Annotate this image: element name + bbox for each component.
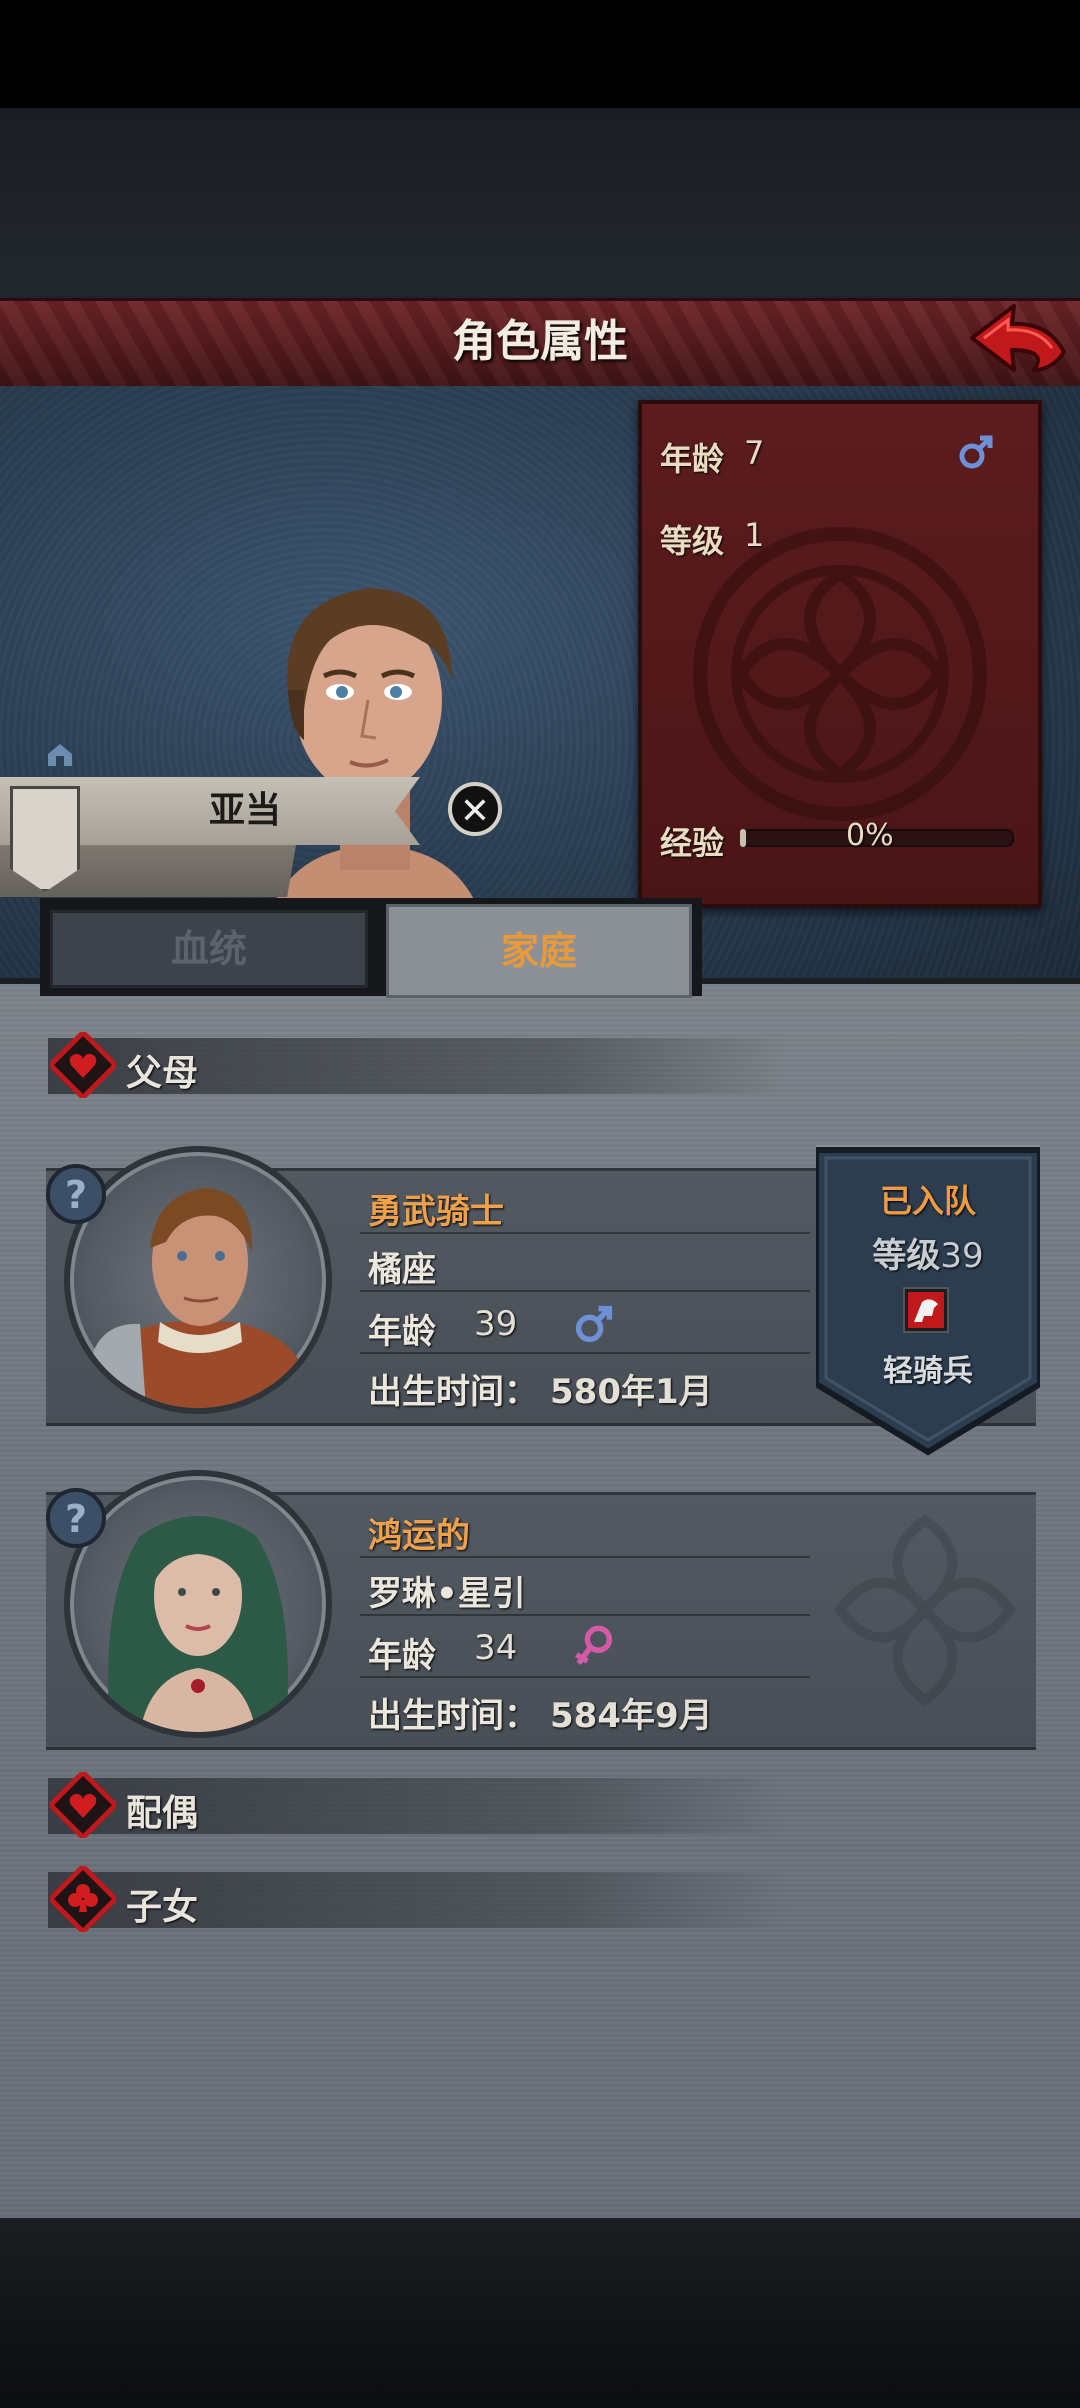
celtic-knot-emblem (693, 527, 987, 821)
knight-portrait (80, 1188, 316, 1408)
question-icon[interactable]: ? (46, 1164, 106, 1224)
mother-title: 鸿运的 (368, 1516, 470, 1556)
close-icon[interactable]: ✕ (448, 782, 502, 836)
squad-level-label: 等级 (872, 1236, 941, 1276)
mother-age: 34 (474, 1628, 518, 1668)
mother-age-label: 年龄 (368, 1636, 436, 1676)
heart-icon (50, 1772, 116, 1838)
father-birth-label: 出生时间： (368, 1372, 538, 1412)
heart-icon (50, 1032, 116, 1098)
page-title: 角色属性 (452, 316, 628, 367)
character-name[interactable]: 亚当 (120, 777, 370, 845)
xp-percent: 0% (846, 818, 894, 853)
squad-class: 轻骑兵 (883, 1354, 973, 1389)
header-background (0, 108, 1080, 298)
age-label: 年龄 (660, 440, 725, 478)
children-title: 子女 (126, 1887, 199, 1928)
squad-status: 已入队 (879, 1182, 976, 1220)
father-name: 橘座 (368, 1250, 436, 1290)
cavalry-icon (903, 1287, 949, 1333)
question-icon[interactable]: ? (46, 1488, 106, 1548)
mother-birth: 584年9月 (550, 1696, 713, 1736)
squad-level-value: 39 (940, 1236, 984, 1276)
house-icon (48, 744, 72, 766)
father-age: 39 (474, 1304, 518, 1344)
male-icon (959, 435, 993, 469)
lady-portrait (108, 1516, 288, 1732)
navigation-bar-area (0, 2218, 1080, 2408)
female-icon (575, 1625, 613, 1666)
tab-bloodline[interactable]: 血统 (50, 910, 368, 988)
knot-watermark (833, 1513, 1017, 1707)
back-arrow-icon (970, 304, 1066, 372)
level-value: 1 (744, 516, 765, 554)
mother-birth-label: 出生时间： (368, 1696, 538, 1736)
father-title: 勇武骑士 (368, 1192, 504, 1232)
father-birth: 580年1月 (550, 1372, 713, 1412)
level-label: 等级 (660, 522, 725, 560)
tab-family[interactable]: 家庭 (386, 904, 692, 998)
mother-name: 罗琳•星引 (368, 1574, 526, 1614)
back-button[interactable] (968, 300, 1068, 380)
age-value: 7 (744, 434, 765, 472)
male-icon (575, 1305, 613, 1343)
status-bar-area (0, 0, 1080, 108)
parents-title: 父母 (126, 1053, 199, 1094)
xp-label: 经验 (660, 824, 725, 862)
xp-bar-fill (740, 829, 746, 847)
squad-level: 等级39 (816, 1228, 1040, 1277)
spouse-title: 配偶 (126, 1793, 199, 1834)
father-age-label: 年龄 (368, 1312, 436, 1352)
club-icon (50, 1866, 116, 1932)
